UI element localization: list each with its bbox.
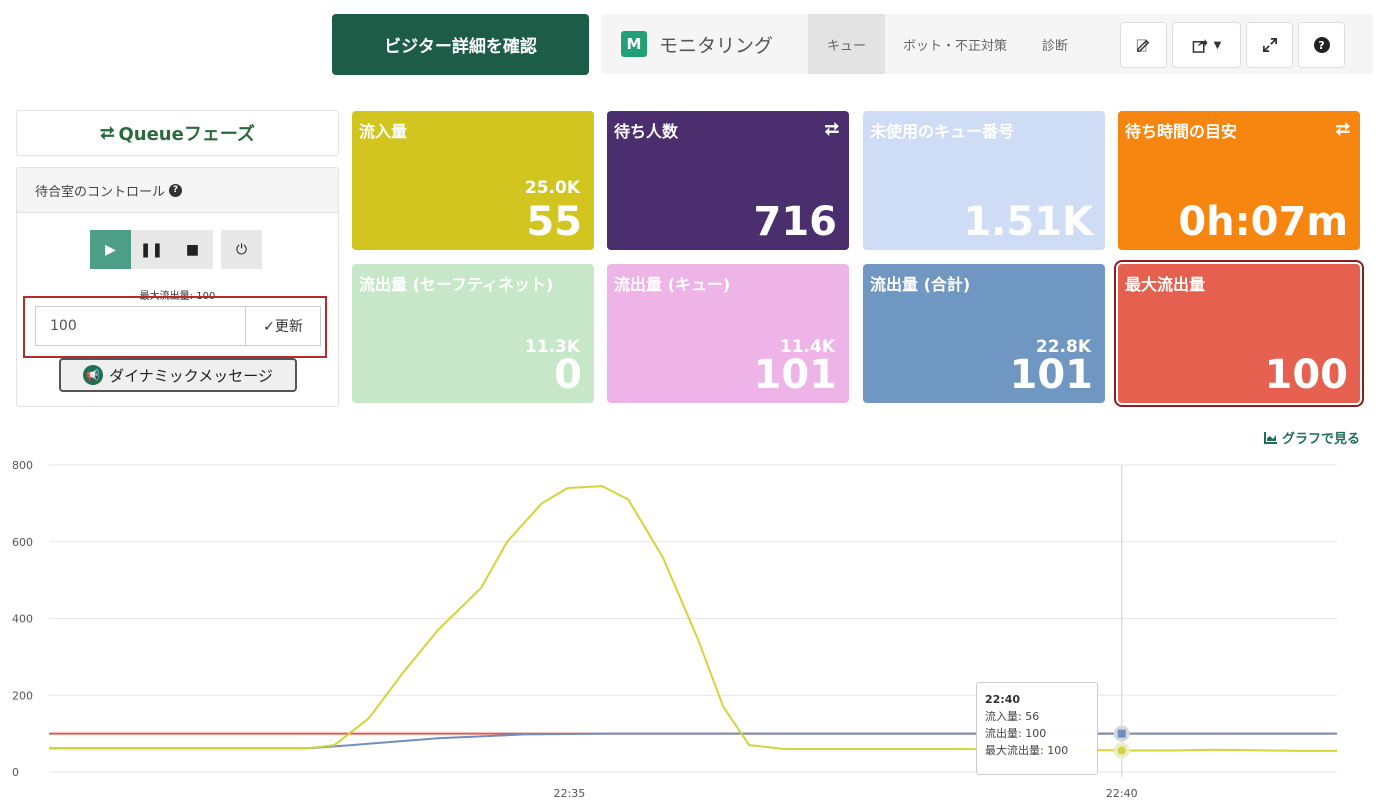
phase-title: Queueフェーズ <box>118 124 255 145</box>
expand-icon <box>1262 38 1277 52</box>
tile-value: 716 <box>753 199 838 245</box>
tile-value: 1.51K <box>963 199 1093 245</box>
refresh-icon[interactable]: ⮂ <box>1336 119 1350 140</box>
monitoring-navbar: M モニタリング キュー ボット・不正対策 診断 ▼ ? <box>601 14 1373 74</box>
view-graph-label: グラフで見る <box>1281 432 1360 447</box>
tile-max-outflow: 最大流出量 100 <box>1114 260 1364 407</box>
brand: M モニタリング <box>601 14 808 74</box>
chart-icon <box>1263 431 1277 444</box>
tile-title: 流出量 (セーフティネット) <box>359 275 554 294</box>
tile-wait-time: 待ち時間の目安 ⮂ 0h:07m <box>1118 111 1360 250</box>
tile-inflow: 流入量 25.0K 55 <box>352 111 594 250</box>
tile-value: 100 <box>1264 352 1349 398</box>
control-title: 待合室のコントロール <box>35 184 166 200</box>
stop-icon: ■ <box>185 241 200 258</box>
tile-value: 101 <box>1009 352 1094 398</box>
y-tick-label: 200 <box>12 689 33 702</box>
view-graph-link[interactable]: グラフで見る <box>1263 428 1360 447</box>
tab-diagnostics[interactable]: 診断 <box>1025 14 1085 74</box>
edit-icon <box>1136 38 1150 52</box>
flow-chart: 0 200 400 600 800 22:35 22:40 <box>12 459 1337 800</box>
x-tick-label: 22:35 <box>554 787 586 800</box>
queue-phase-header: ⮂ Queueフェーズ <box>16 110 339 156</box>
help-button[interactable]: ? <box>1298 22 1345 68</box>
inflow-marker <box>1117 746 1126 755</box>
tile-title: 流出量 (合計) <box>870 275 971 294</box>
share-button[interactable]: ▼ <box>1172 22 1241 68</box>
waiting-room-control-panel: 待合室のコントロール ? ▶ ❚❚ ■ ⏻ 最大流出量: 100 ✓更新 📢 ダ… <box>16 167 339 407</box>
tile-outflow-queue: 流出量 (キュー) 11.4K 101 <box>607 264 849 403</box>
update-button[interactable]: ✓更新 <box>245 306 321 346</box>
dynamic-message-label: ダイナミックメッセージ <box>109 366 273 385</box>
tooltip-time: 22:40 <box>985 693 1021 706</box>
brand-name: モニタリング <box>659 34 774 57</box>
refresh-icon: ⮂ <box>100 122 115 144</box>
y-tick-label: 400 <box>12 613 33 626</box>
tile-unused-queue: 未使用のキュー番号 1.51K <box>863 111 1105 250</box>
tile-title: 最大流出量 <box>1125 275 1206 294</box>
help-icon[interactable]: ? <box>169 183 183 197</box>
brand-logo-icon: M <box>621 31 647 57</box>
stop-button[interactable]: ■ <box>172 230 213 269</box>
max-flow-form: ✓更新 <box>23 296 327 358</box>
tile-value: 0h:07m <box>1178 199 1348 245</box>
refresh-icon[interactable]: ⮂ <box>825 119 839 140</box>
tile-title: 待ち人数 <box>614 122 679 141</box>
play-icon: ▶ <box>105 241 116 258</box>
tile-value: 55 <box>526 199 582 245</box>
visitor-details-button[interactable]: ビジター詳細を確認 <box>332 14 589 75</box>
share-icon <box>1192 38 1208 53</box>
y-tick-label: 600 <box>12 536 33 549</box>
chevron-down-icon: ▼ <box>1213 39 1222 51</box>
tooltip-line-inflow: 流入量: 56 <box>985 710 1040 723</box>
tab-bot-protection[interactable]: ボット・不正対策 <box>885 14 1025 74</box>
tile-waiting: 待ち人数 ⮂ 716 <box>607 111 849 250</box>
tile-title: 流出量 (キュー) <box>614 275 731 294</box>
tile-title: 流入量 <box>359 122 408 141</box>
tile-value: 101 <box>753 352 838 398</box>
tile-title: 待ち時間の目安 <box>1125 122 1238 141</box>
x-tick-label: 22:40 <box>1106 787 1138 800</box>
tooltip-line-outflow: 流出量: 100 <box>985 727 1047 740</box>
tile-total: 25.0K <box>524 178 580 198</box>
chart-tooltip: 22:40 流入量: 56 流出量: 100 最大流出量: 100 <box>976 682 1098 775</box>
tooltip-line-maxflow: 最大流出量: 100 <box>985 744 1069 757</box>
edit-button[interactable] <box>1120 22 1167 68</box>
control-header: 待合室のコントロール ? <box>17 168 338 213</box>
play-button[interactable]: ▶ <box>90 230 131 269</box>
power-button[interactable]: ⏻ <box>221 230 262 269</box>
dynamic-message-button[interactable]: 📢 ダイナミックメッセージ <box>59 358 297 392</box>
max-flow-input[interactable] <box>35 306 245 346</box>
outflow-marker <box>1117 729 1126 738</box>
series-line <box>49 732 1337 750</box>
tile-value: 0 <box>554 352 582 398</box>
help-icon: ? <box>1313 37 1330 53</box>
tile-outflow-safetynet: 流出量 (セーフティネット) 11.3K 0 <box>352 264 594 403</box>
y-tick-label: 800 <box>12 459 33 472</box>
pause-icon: ❚❚ <box>139 241 164 258</box>
tile-outflow-total: 流出量 (合計) 22.8K 101 <box>863 264 1105 403</box>
megaphone-icon: 📢 <box>83 365 104 385</box>
pause-button[interactable]: ❚❚ <box>131 230 172 269</box>
tab-queue[interactable]: キュー <box>808 14 885 74</box>
fullscreen-button[interactable] <box>1246 22 1293 68</box>
playback-controls: ▶ ❚❚ ■ ⏻ <box>90 230 262 269</box>
power-icon: ⏻ <box>235 241 248 258</box>
y-tick-label: 0 <box>12 766 19 779</box>
tile-title: 未使用のキュー番号 <box>870 122 1015 141</box>
